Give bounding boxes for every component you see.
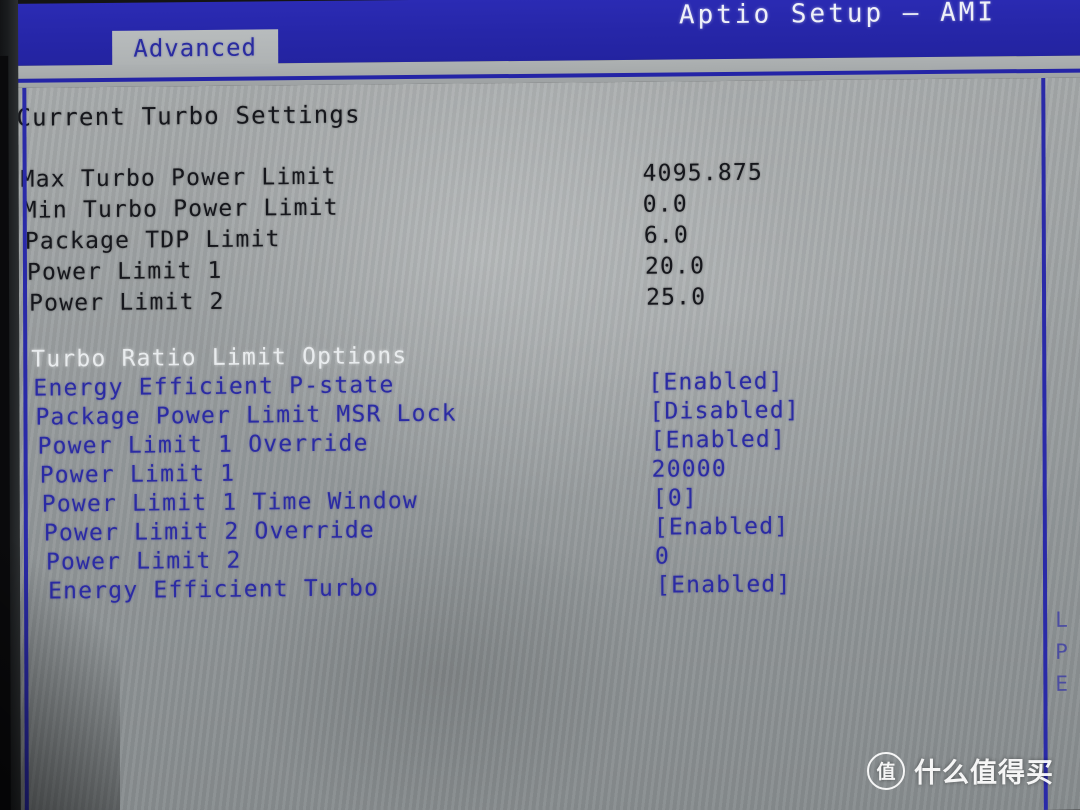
info-label: Max Turbo Power Limit <box>20 163 337 193</box>
info-label: Min Turbo Power Limit <box>22 194 339 224</box>
watermark-badge-icon: 值 <box>867 751 905 790</box>
info-value: 25.0 <box>645 284 707 311</box>
help-panel-peek-line-2: P <box>1055 639 1069 664</box>
menu-item-label: Power Limit 2 Override <box>43 517 375 547</box>
menu-item-label: Energy Efficient P-state <box>33 372 395 402</box>
section-heading: Current Turbo Settings <box>16 100 361 132</box>
menu-item-value[interactable]: [Enabled] <box>648 367 784 396</box>
watermark-text: 什么值得买 <box>914 758 1054 789</box>
menu-item-label: Power Limit 2 <box>45 547 242 576</box>
info-label: Power Limit 1 <box>26 257 223 286</box>
tab-advanced[interactable]: Advanced <box>112 29 279 67</box>
info-value: 6.0 <box>643 222 690 249</box>
menu-item-label: Power Limit 1 Time Window <box>41 487 418 518</box>
settings-list: Current Turbo Settings Max Turbo Power L… <box>0 77 1080 810</box>
menu-item-value[interactable]: [Enabled] <box>656 570 792 599</box>
menu-item-value[interactable]: [Enabled] <box>650 425 786 454</box>
watermark: 值 什么值得买 <box>867 751 1054 790</box>
help-panel-peek: L P E <box>1049 77 1080 809</box>
bios-screen-photo: Aptio Setup – AMI Advanced L P E Current… <box>0 0 1080 810</box>
menu-item-value[interactable]: 20000 <box>652 455 727 484</box>
page-title: Aptio Setup – AMI <box>678 0 997 31</box>
menu-item-label: Power Limit 1 <box>39 460 236 489</box>
info-value: 0.0 <box>642 191 688 218</box>
menu-item-label: Package Power Limit MSR Lock <box>35 400 457 431</box>
menu-item-label: Power Limit 1 Override <box>37 430 369 460</box>
info-label: Package TDP Limit <box>24 226 281 255</box>
help-panel-peek-line-1: L <box>1055 607 1069 632</box>
menu-item-value[interactable]: [Disabled] <box>649 396 800 425</box>
info-value: 20.0 <box>644 253 706 280</box>
help-panel-peek-line-3: E <box>1055 671 1070 696</box>
menu-item-value[interactable]: [0] <box>653 484 698 512</box>
menu-item-label: Turbo Ratio Limit Options <box>31 343 408 373</box>
info-label: Power Limit 2 <box>29 288 225 317</box>
menu-item-value[interactable]: 0 <box>655 543 670 571</box>
content-area: L P E Current Turbo Settings Max Turbo P… <box>0 77 1080 810</box>
menu-item-label: Energy Efficient Turbo <box>48 575 380 605</box>
tab-advanced-label: Advanced <box>133 33 258 63</box>
info-value: 4095.875 <box>642 159 764 187</box>
menu-item-value[interactable]: [Enabled] <box>654 512 790 541</box>
monitor-panel: Aptio Setup – AMI Advanced L P E Current… <box>0 0 1080 810</box>
